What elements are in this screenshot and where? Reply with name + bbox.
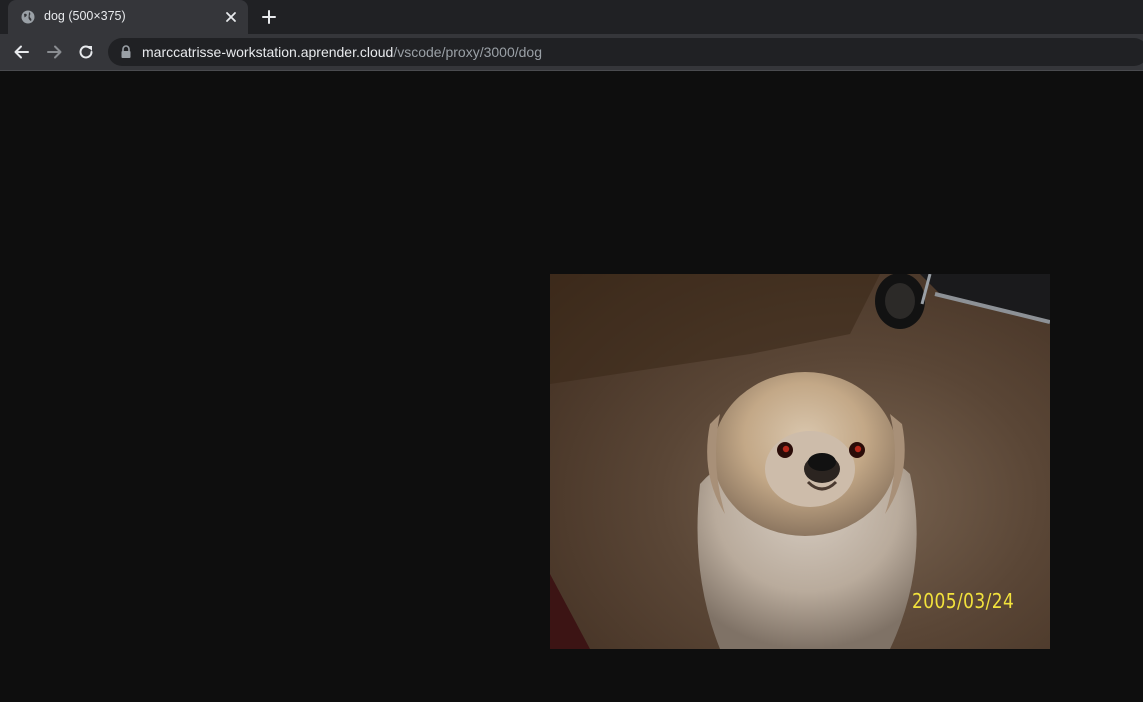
arrow-right-icon[interactable] [44, 42, 64, 62]
close-icon[interactable] [224, 10, 238, 24]
page-viewport: 2005/03/24 [0, 71, 1143, 702]
tab-strip: dog (500×375) [0, 0, 1143, 34]
url-path: /vscode/proxy/3000/dog [393, 44, 542, 60]
arrow-left-icon[interactable] [12, 42, 32, 62]
tab-dog[interactable]: dog (500×375) [8, 0, 248, 34]
plus-icon[interactable] [261, 9, 277, 25]
tab-title: dog (500×375) [44, 9, 126, 23]
globe-icon [21, 10, 35, 24]
date-stamp: 2005/03/24 [912, 589, 1015, 613]
url-host: marccatrisse-workstation.aprender.cloud [142, 44, 394, 60]
reload-icon[interactable] [76, 42, 96, 62]
dog-photo[interactable]: 2005/03/24 [550, 274, 1050, 649]
toolbar: marccatrisse-workstation.aprender.cloud/… [0, 34, 1143, 71]
address-url[interactable]: marccatrisse-workstation.aprender.cloud/… [142, 44, 542, 60]
address-bar[interactable]: marccatrisse-workstation.aprender.cloud/… [108, 38, 1143, 66]
lock-icon[interactable] [120, 45, 132, 59]
